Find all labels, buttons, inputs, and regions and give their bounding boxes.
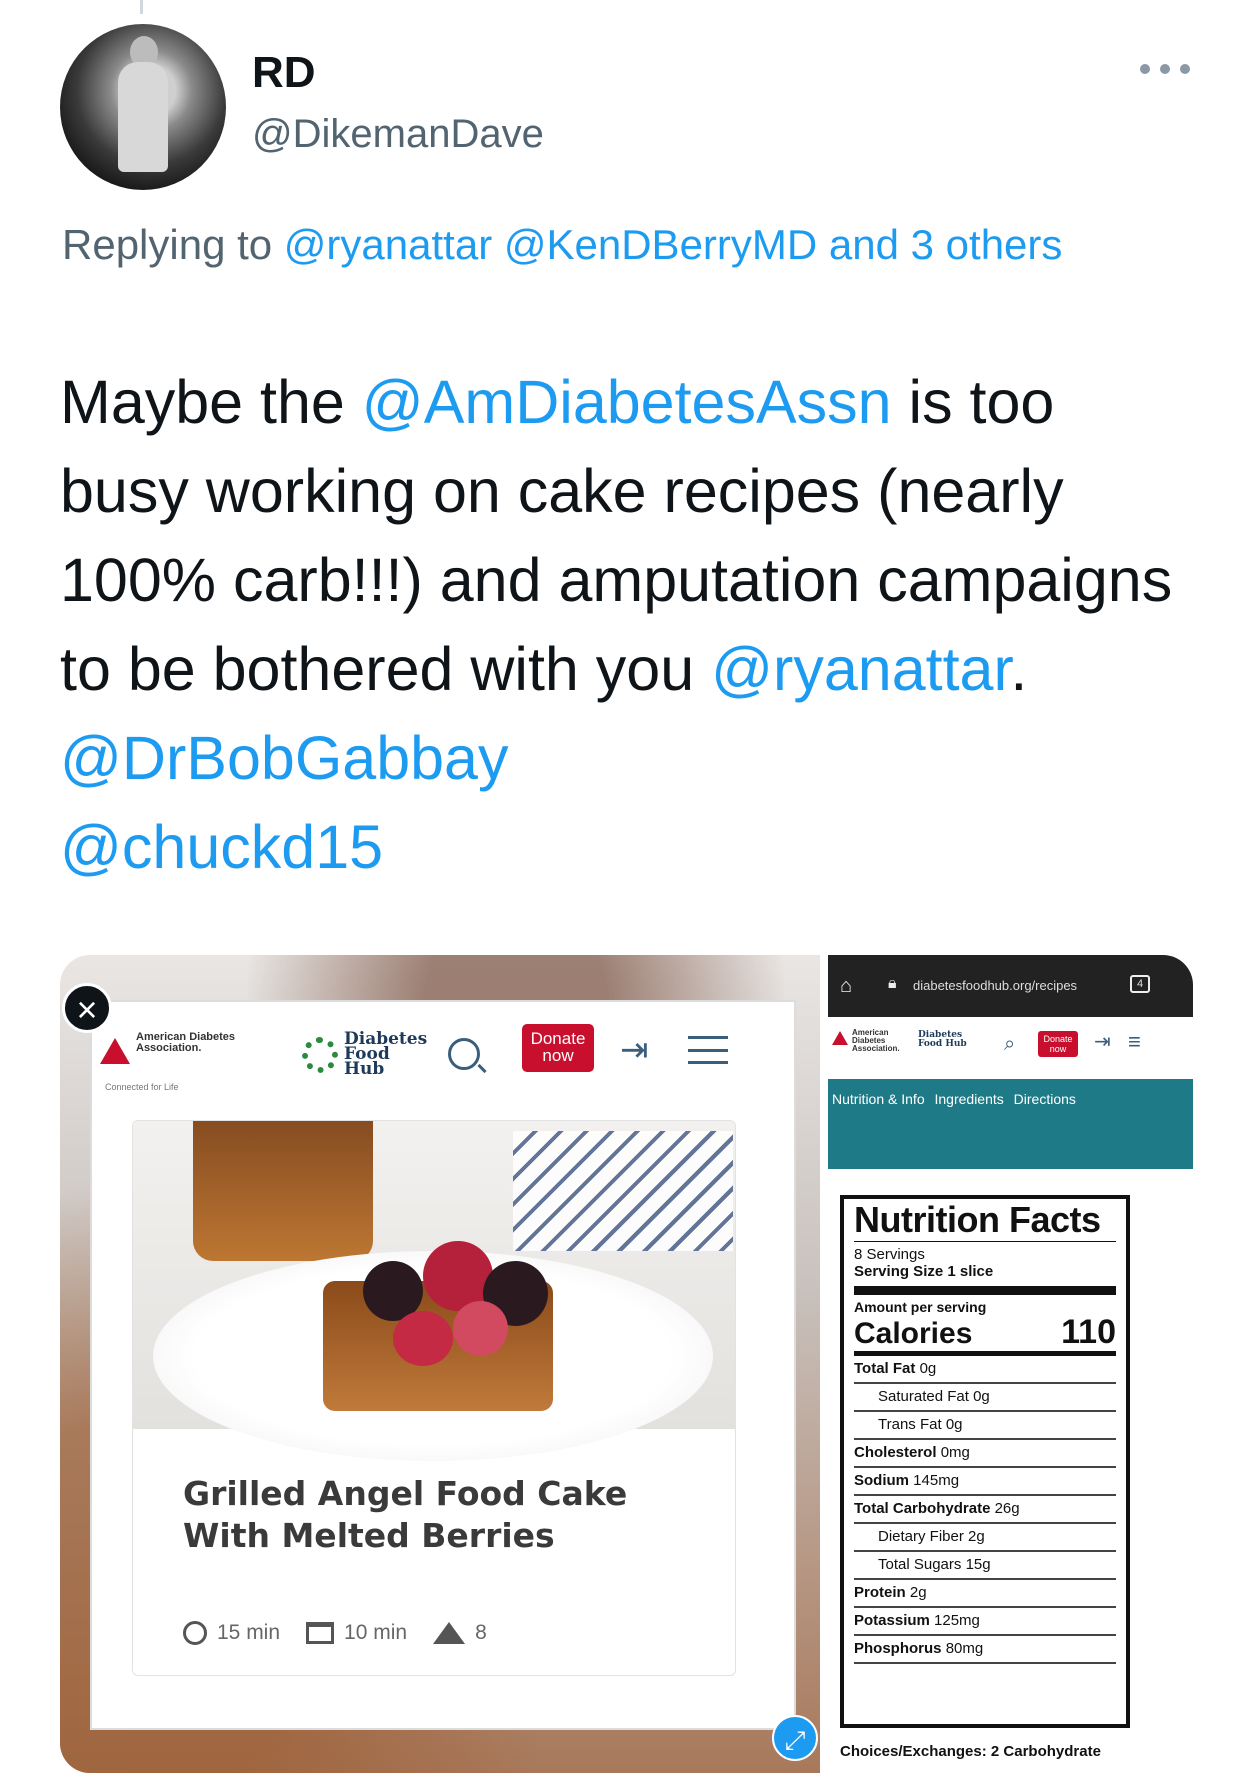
- tweet-text: Maybe the @AmDiabetesAssn is too busy wo…: [60, 358, 1190, 892]
- nutrient-row: Saturated Fat 0g: [854, 1384, 1116, 1412]
- expand-icon[interactable]: ⤢: [772, 1715, 818, 1761]
- nutrient-label: Phosphorus: [854, 1640, 942, 1657]
- menu-icon: [688, 1036, 728, 1064]
- cook-time: 10 min: [344, 1621, 408, 1644]
- nutrient-label: Total Carbohydrate: [854, 1500, 991, 1517]
- tab-directions: Directions: [1013, 1091, 1076, 1107]
- recipe-tabs: Nutrition & Info Ingredients Directions: [828, 1079, 1193, 1169]
- reply-mention-others[interactable]: and 3 others: [829, 221, 1063, 268]
- more-options-icon[interactable]: [1140, 62, 1190, 76]
- tab-count-icon: 4: [1130, 975, 1150, 993]
- nutrition-title: Nutrition Facts: [854, 1202, 1116, 1242]
- nutrient-value: 0g: [945, 1416, 963, 1433]
- nutrient-row: Total Carbohydrate 26g: [854, 1496, 1116, 1524]
- home-icon: ⌂: [840, 975, 853, 997]
- prep-time: 15 min: [217, 1621, 281, 1644]
- nutrient-row: Phosphorus 80mg: [854, 1636, 1116, 1664]
- nutrient-label: Saturated Fat: [878, 1388, 969, 1405]
- nutrient-value: 145mg: [913, 1472, 960, 1489]
- lock-icon: 🔒︎: [888, 975, 897, 992]
- search-icon: ⌕: [1004, 1033, 1016, 1055]
- reply-mention-ryanattar[interactable]: @ryanattar: [284, 221, 492, 268]
- diabetes-food-hub-logo: Diabetes Food Hub: [302, 1031, 434, 1078]
- mention-drbobgabbay[interactable]: @DrBobGabbay: [60, 724, 508, 792]
- mention-amdiabetesassn[interactable]: @AmDiabetesAssn: [362, 368, 892, 436]
- nutrient-label: Total Sugars: [878, 1556, 962, 1573]
- media-image-recipe[interactable]: American Diabetes Association. Connected…: [60, 955, 820, 1773]
- cooking-pot-icon: [306, 1622, 335, 1644]
- display-name[interactable]: RD: [252, 48, 316, 98]
- nutrient-label: Sodium: [854, 1472, 909, 1489]
- user-handle[interactable]: @DikemanDave: [252, 112, 544, 157]
- close-icon[interactable]: ×: [62, 983, 112, 1033]
- calories-value: 110: [1061, 1313, 1116, 1351]
- nutrient-label: Potassium: [854, 1612, 930, 1629]
- recipe-card: Grilled Angel Food Cake With Melted Berr…: [132, 1120, 736, 1676]
- login-icon: ⇥: [620, 1031, 649, 1069]
- nutrient-row: Total Fat 0g: [854, 1356, 1116, 1384]
- nutrition-facts-panel: Nutrition Facts 8 Servings Serving Size …: [840, 1195, 1130, 1728]
- avatar[interactable]: [60, 24, 226, 190]
- nutrient-value: 15g: [965, 1556, 991, 1573]
- choices-exchanges: Choices/Exchanges: 2 Carbohydrate: [840, 1743, 1101, 1760]
- nutrient-value: 0g: [973, 1388, 990, 1405]
- nutrient-value: 0g: [919, 1360, 937, 1377]
- nutrient-label: Cholesterol: [854, 1444, 937, 1461]
- diabetes-food-hub-logo: Diabetes Food Hub: [918, 1030, 967, 1049]
- nutrient-value: 26g: [994, 1500, 1020, 1517]
- mention-chuckd15[interactable]: @chuckd15: [60, 813, 383, 881]
- tweet-text-segment: Maybe the: [60, 368, 362, 436]
- recipe-title: Grilled Angel Food Cake With Melted Berr…: [183, 1474, 628, 1555]
- nutrient-label: Protein: [854, 1584, 906, 1601]
- replying-to-line: Replying to @ryanattar @KenDBerryMD and …: [62, 212, 1142, 278]
- recipe-photo: [133, 1121, 735, 1461]
- login-icon: ⇥: [1094, 1031, 1111, 1053]
- menu-icon: ≡: [1128, 1029, 1141, 1054]
- nutrient-label: Dietary Fiber: [878, 1528, 964, 1545]
- nutrient-value: 2g: [909, 1584, 927, 1601]
- donate-button: Donate now: [1038, 1031, 1078, 1057]
- serving-size: Serving Size 1 slice: [854, 1263, 1116, 1295]
- nutrient-value: 2g: [968, 1528, 985, 1545]
- calories-row: Calories 110: [854, 1315, 1116, 1356]
- nutrient-row: Potassium 125mg: [854, 1608, 1116, 1636]
- servings: 8 Servings: [854, 1246, 925, 1263]
- ada-logo: American Diabetes Association. Connected…: [100, 1030, 250, 1092]
- browser-address-bar: ⌂ 🔒︎ diabetesfoodhub.org/recipes 4: [828, 955, 1193, 1017]
- tweet-text-segment: .: [1010, 635, 1028, 703]
- ada-logo: American Diabetes Association.: [852, 1028, 900, 1053]
- nutrient-value: 0mg: [940, 1444, 970, 1461]
- site-header: American Diabetes Association. Diabetes …: [828, 1017, 1193, 1079]
- nutrient-row: Sodium 145mg: [854, 1468, 1116, 1496]
- nutrient-rows: Total Fat 0g Saturated Fat 0g Trans Fat 0g…: [854, 1356, 1116, 1664]
- nutrient-label: Total Fat: [854, 1360, 916, 1377]
- nutrient-row: Protein 2g: [854, 1580, 1116, 1608]
- nutrient-value: 125mg: [934, 1612, 980, 1629]
- nutrient-label: Trans Fat: [878, 1416, 942, 1433]
- tab-ingredients: Ingredients: [934, 1091, 1004, 1107]
- replying-to-label: Replying to: [62, 221, 273, 268]
- url-text: diabetesfoodhub.org/recipes: [913, 978, 1078, 993]
- thread-connector-line: [140, 0, 143, 14]
- servings-icon: [433, 1622, 466, 1644]
- tab-nutrition: Nutrition & Info: [832, 1091, 925, 1107]
- mention-ryanattar[interactable]: @ryanattar: [711, 635, 1010, 703]
- servings-count: 8: [475, 1621, 487, 1644]
- recipe-meta: 15 min 10 min 8: [183, 1621, 487, 1645]
- timer-icon: [183, 1621, 207, 1645]
- nutrient-row: Trans Fat 0g: [854, 1412, 1116, 1440]
- nutrient-value: 80mg: [945, 1640, 984, 1657]
- nutrient-row: Total Sugars 15g: [854, 1552, 1116, 1580]
- media-image-nutrition[interactable]: ⌂ 🔒︎ diabetesfoodhub.org/recipes 4 Ameri…: [828, 955, 1193, 1773]
- nutrient-row: Cholesterol 0mg: [854, 1440, 1116, 1468]
- nutrient-row: Dietary Fiber 2g: [854, 1524, 1116, 1552]
- donate-button: Donate now: [522, 1024, 594, 1072]
- recipe-page-screenshot: American Diabetes Association. Connected…: [90, 1000, 796, 1730]
- tweet-media[interactable]: American Diabetes Association. Connected…: [60, 955, 1193, 1773]
- search-icon: [448, 1038, 480, 1070]
- reply-mention-kendberrymd[interactable]: @KenDBerryMD: [504, 221, 817, 268]
